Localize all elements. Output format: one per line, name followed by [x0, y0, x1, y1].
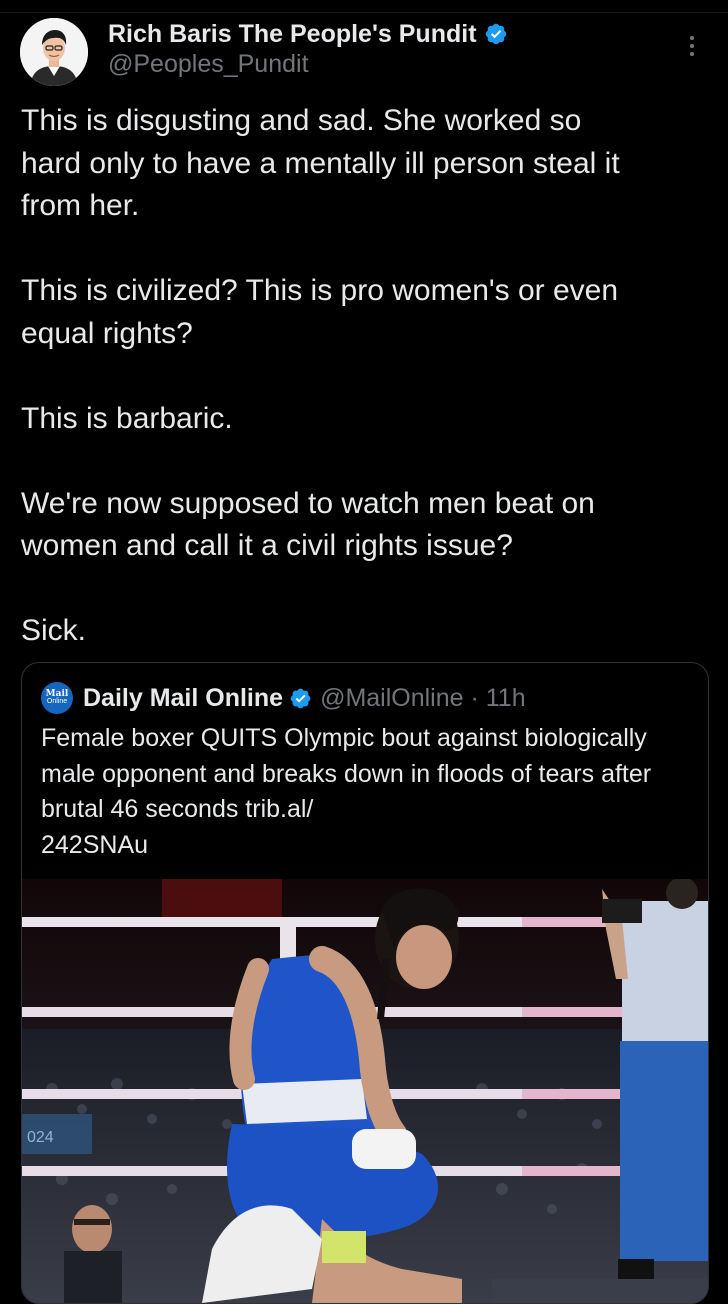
post-text: This is disgusting and sad. She worked s… [21, 100, 711, 653]
post-paragraph: Sick. [21, 614, 87, 647]
author-name[interactable]: Rich Baris The People's Pundit [108, 20, 477, 49]
post-paragraph: This is disgusting and sad. She worked s… [21, 104, 620, 222]
quoted-post-card[interactable]: Mail Online Daily Mail Online @MailOnlin… [21, 662, 709, 1304]
more-options-icon[interactable] [690, 36, 696, 56]
post-header: Rich Baris The People's Pundit @Peoples_… [20, 18, 710, 88]
post-paragraph: This is barbaric. [21, 401, 233, 435]
svg-text:024: 024 [27, 1129, 54, 1146]
verified-badge-icon [485, 23, 506, 45]
author-avatar[interactable] [20, 18, 88, 86]
quoted-author-name[interactable]: Daily Mail Online [83, 684, 283, 713]
verified-badge-icon [290, 688, 311, 708]
quoted-post-image[interactable]: 024 [22, 877, 708, 1303]
author-handle[interactable]: @Peoples_Pundit [108, 50, 309, 79]
quoted-post-text: Female boxer QUITS Olympic bout against … [41, 724, 652, 859]
mail-online-logo: Mail Online [41, 682, 73, 714]
quoted-post-header: Mail Online Daily Mail Online @MailOnlin… [41, 682, 526, 714]
post-paragraph: We're now supposed to watch men beat on … [21, 486, 595, 563]
post-paragraph: This is civilized? This is pro women's o… [21, 274, 619, 350]
top-divider [0, 12, 728, 13]
quoted-handle-time: @MailOnline · 11h [320, 683, 526, 712]
